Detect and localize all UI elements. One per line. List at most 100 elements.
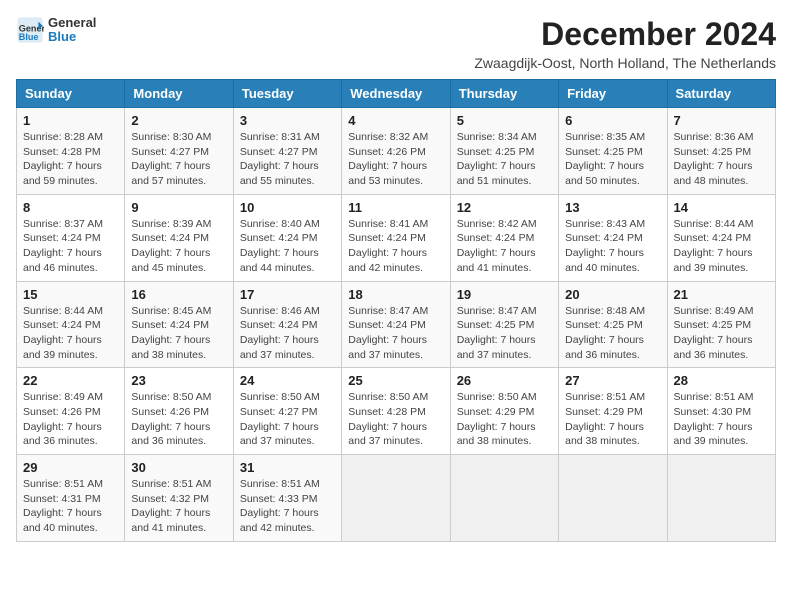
calendar-day-cell — [342, 455, 450, 542]
day-info: Sunrise: 8:44 AMSunset: 4:24 PMDaylight:… — [674, 217, 769, 276]
calendar-day-cell: 26 Sunrise: 8:50 AMSunset: 4:29 PMDayligh… — [450, 368, 558, 455]
calendar-day-cell: 19 Sunrise: 8:47 AMSunset: 4:25 PMDayligh… — [450, 281, 558, 368]
day-number: 31 — [240, 460, 335, 475]
day-info: Sunrise: 8:41 AMSunset: 4:24 PMDaylight:… — [348, 217, 443, 276]
day-info: Sunrise: 8:51 AMSunset: 4:29 PMDaylight:… — [565, 390, 660, 449]
day-number: 20 — [565, 287, 660, 302]
calendar-week-row: 1Sunrise: 8:28 AMSunset: 4:28 PMDaylight… — [17, 108, 776, 195]
day-number: 19 — [457, 287, 552, 302]
day-info: Sunrise: 8:47 AMSunset: 4:25 PMDaylight:… — [457, 304, 552, 363]
day-info: Sunrise: 8:44 AMSunset: 4:24 PMDaylight:… — [23, 304, 118, 363]
day-number: 10 — [240, 200, 335, 215]
location: Zwaagdijk-Oost, North Holland, The Nethe… — [474, 55, 776, 71]
day-info: Sunrise: 8:39 AMSunset: 4:24 PMDaylight:… — [131, 217, 226, 276]
weekday-header-thursday: Thursday — [450, 80, 558, 108]
day-number: 13 — [565, 200, 660, 215]
calendar-week-row: 15 Sunrise: 8:44 AMSunset: 4:24 PMDayligh… — [17, 281, 776, 368]
day-info: Sunrise: 8:51 AMSunset: 4:30 PMDaylight:… — [674, 390, 769, 449]
logo-text: General Blue — [48, 16, 96, 45]
weekday-header-wednesday: Wednesday — [342, 80, 450, 108]
calendar-day-cell: 25 Sunrise: 8:50 AMSunset: 4:28 PMDayligh… — [342, 368, 450, 455]
calendar-day-cell: 1Sunrise: 8:28 AMSunset: 4:28 PMDaylight… — [17, 108, 125, 195]
calendar-day-cell: 23 Sunrise: 8:50 AMSunset: 4:26 PMDayligh… — [125, 368, 233, 455]
calendar-day-cell: 21 Sunrise: 8:49 AMSunset: 4:25 PMDayligh… — [667, 281, 775, 368]
day-number: 8 — [23, 200, 118, 215]
day-number: 24 — [240, 373, 335, 388]
day-info: Sunrise: 8:48 AMSunset: 4:25 PMDaylight:… — [565, 304, 660, 363]
calendar-day-cell: 11 Sunrise: 8:41 AMSunset: 4:24 PMDayligh… — [342, 194, 450, 281]
calendar-day-cell: 3Sunrise: 8:31 AMSunset: 4:27 PMDaylight… — [233, 108, 341, 195]
calendar-day-cell: 24 Sunrise: 8:50 AMSunset: 4:27 PMDayligh… — [233, 368, 341, 455]
day-number: 25 — [348, 373, 443, 388]
calendar-day-cell: 9 Sunrise: 8:39 AMSunset: 4:24 PMDaylight… — [125, 194, 233, 281]
day-number: 15 — [23, 287, 118, 302]
day-number: 6 — [565, 113, 660, 128]
day-number: 22 — [23, 373, 118, 388]
day-info: Sunrise: 8:45 AMSunset: 4:24 PMDaylight:… — [131, 304, 226, 363]
calendar-day-cell: 29 Sunrise: 8:51 AMSunset: 4:31 PMDayligh… — [17, 455, 125, 542]
day-info: Sunrise: 8:35 AMSunset: 4:25 PMDaylight:… — [565, 130, 660, 189]
weekday-header-sunday: Sunday — [17, 80, 125, 108]
day-number: 4 — [348, 113, 443, 128]
svg-text:Blue: Blue — [19, 32, 39, 42]
logo-line2: Blue — [48, 30, 96, 44]
calendar-day-cell: 18Sunrise: 8:47 AMSunset: 4:24 PMDayligh… — [342, 281, 450, 368]
day-info: Sunrise: 8:51 AMSunset: 4:31 PMDaylight:… — [23, 477, 118, 536]
calendar-day-cell — [559, 455, 667, 542]
day-number: 28 — [674, 373, 769, 388]
weekday-header-row: SundayMondayTuesdayWednesdayThursdayFrid… — [17, 80, 776, 108]
calendar-day-cell: 5 Sunrise: 8:34 AMSunset: 4:25 PMDaylight… — [450, 108, 558, 195]
day-number: 29 — [23, 460, 118, 475]
day-number: 21 — [674, 287, 769, 302]
calendar-day-cell — [667, 455, 775, 542]
day-number: 30 — [131, 460, 226, 475]
calendar-day-cell: 16 Sunrise: 8:45 AMSunset: 4:24 PMDayligh… — [125, 281, 233, 368]
calendar-table: SundayMondayTuesdayWednesdayThursdayFrid… — [16, 79, 776, 542]
day-number: 9 — [131, 200, 226, 215]
day-number: 23 — [131, 373, 226, 388]
calendar-day-cell: 8 Sunrise: 8:37 AMSunset: 4:24 PMDaylight… — [17, 194, 125, 281]
day-info: Sunrise: 8:28 AMSunset: 4:28 PMDaylight:… — [23, 130, 118, 189]
calendar-day-cell: 30 Sunrise: 8:51 AMSunset: 4:32 PMDayligh… — [125, 455, 233, 542]
day-number: 18 — [348, 287, 443, 302]
day-info: Sunrise: 8:49 AMSunset: 4:25 PMDaylight:… — [674, 304, 769, 363]
day-info: Sunrise: 8:32 AMSunset: 4:26 PMDaylight:… — [348, 130, 443, 189]
page-header: General Blue General Blue December 2024 … — [16, 16, 776, 71]
calendar-week-row: 29 Sunrise: 8:51 AMSunset: 4:31 PMDayligh… — [17, 455, 776, 542]
weekday-header-saturday: Saturday — [667, 80, 775, 108]
calendar-week-row: 22 Sunrise: 8:49 AMSunset: 4:26 PMDayligh… — [17, 368, 776, 455]
day-number: 14 — [674, 200, 769, 215]
day-number: 2 — [131, 113, 226, 128]
day-info: Sunrise: 8:50 AMSunset: 4:28 PMDaylight:… — [348, 390, 443, 449]
day-number: 11 — [348, 200, 443, 215]
day-info: Sunrise: 8:51 AMSunset: 4:33 PMDaylight:… — [240, 477, 335, 536]
day-number: 3 — [240, 113, 335, 128]
logo-line1: General — [48, 16, 96, 30]
day-number: 5 — [457, 113, 552, 128]
day-info: Sunrise: 8:37 AMSunset: 4:24 PMDaylight:… — [23, 217, 118, 276]
day-info: Sunrise: 8:30 AMSunset: 4:27 PMDaylight:… — [131, 130, 226, 189]
day-info: Sunrise: 8:49 AMSunset: 4:26 PMDaylight:… — [23, 390, 118, 449]
day-info: Sunrise: 8:40 AMSunset: 4:24 PMDaylight:… — [240, 217, 335, 276]
day-info: Sunrise: 8:50 AMSunset: 4:26 PMDaylight:… — [131, 390, 226, 449]
day-number: 27 — [565, 373, 660, 388]
weekday-header-friday: Friday — [559, 80, 667, 108]
weekday-header-monday: Monday — [125, 80, 233, 108]
day-info: Sunrise: 8:51 AMSunset: 4:32 PMDaylight:… — [131, 477, 226, 536]
calendar-day-cell: 14 Sunrise: 8:44 AMSunset: 4:24 PMDayligh… — [667, 194, 775, 281]
weekday-header-tuesday: Tuesday — [233, 80, 341, 108]
calendar-day-cell: 31 Sunrise: 8:51 AMSunset: 4:33 PMDayligh… — [233, 455, 341, 542]
calendar-day-cell — [450, 455, 558, 542]
calendar-day-cell: 4 Sunrise: 8:32 AMSunset: 4:26 PMDaylight… — [342, 108, 450, 195]
calendar-day-cell: 10 Sunrise: 8:40 AMSunset: 4:24 PMDayligh… — [233, 194, 341, 281]
calendar-day-cell: 27 Sunrise: 8:51 AMSunset: 4:29 PMDayligh… — [559, 368, 667, 455]
calendar-day-cell: 28 Sunrise: 8:51 AMSunset: 4:30 PMDayligh… — [667, 368, 775, 455]
calendar-week-row: 8 Sunrise: 8:37 AMSunset: 4:24 PMDaylight… — [17, 194, 776, 281]
day-number: 26 — [457, 373, 552, 388]
calendar-day-cell: 12Sunrise: 8:42 AMSunset: 4:24 PMDayligh… — [450, 194, 558, 281]
day-info: Sunrise: 8:34 AMSunset: 4:25 PMDaylight:… — [457, 130, 552, 189]
day-number: 16 — [131, 287, 226, 302]
day-info: Sunrise: 8:50 AMSunset: 4:29 PMDaylight:… — [457, 390, 552, 449]
day-info: Sunrise: 8:50 AMSunset: 4:27 PMDaylight:… — [240, 390, 335, 449]
calendar-day-cell: 15 Sunrise: 8:44 AMSunset: 4:24 PMDayligh… — [17, 281, 125, 368]
